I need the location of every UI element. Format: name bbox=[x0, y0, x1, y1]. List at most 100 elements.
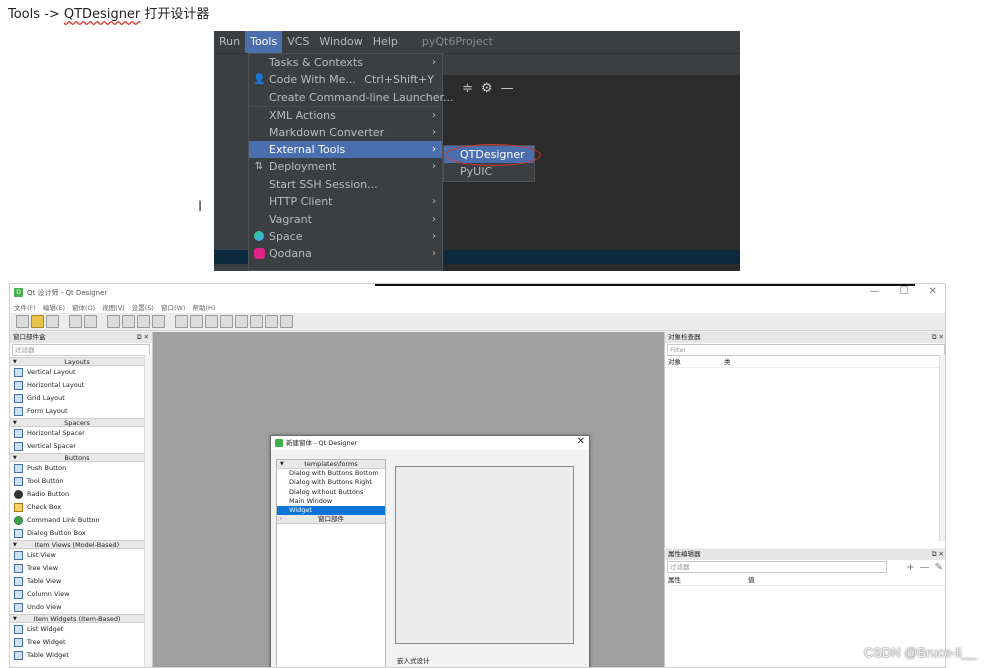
menu-item-tasks[interactable]: Tasks & Contexts › bbox=[249, 54, 442, 71]
edit-widgets-icon[interactable] bbox=[107, 315, 120, 328]
widget-filter-input[interactable]: 过滤器 bbox=[12, 344, 150, 356]
new-file-icon[interactable] bbox=[16, 315, 29, 328]
widget-item[interactable]: Horizontal Layout bbox=[10, 379, 152, 392]
add-icon[interactable]: + bbox=[906, 562, 914, 573]
template-item[interactable]: Dialog with Buttons Bottom bbox=[277, 469, 385, 478]
menu-item-space[interactable]: Space › bbox=[249, 228, 442, 245]
caption-link[interactable]: QTDesigner bbox=[64, 7, 140, 22]
widget-item[interactable]: Tool Button bbox=[10, 475, 152, 488]
menu-form[interactable]: 窗体(O) bbox=[72, 302, 95, 312]
object-filter-input[interactable]: Filter bbox=[667, 344, 945, 356]
category-item-views[interactable]: ▼ Item Views (Model-Based) bbox=[10, 540, 144, 549]
collapse-icon[interactable]: ≑ bbox=[462, 81, 473, 96]
widget-item[interactable]: Tree View bbox=[10, 562, 152, 575]
template-group-forms[interactable]: ▼ templates\forms bbox=[277, 460, 385, 469]
column-header[interactable]: 值 bbox=[748, 575, 804, 585]
widget-item[interactable]: List View bbox=[10, 549, 152, 562]
menu-item-deployment[interactable]: ⇅ Deployment › bbox=[249, 158, 442, 175]
menu-tools[interactable]: Tools bbox=[245, 31, 283, 53]
adjust-size-icon[interactable] bbox=[280, 315, 293, 328]
chevron-right-icon: › bbox=[432, 110, 436, 122]
float-close-icon[interactable]: ⧉ ✕ bbox=[932, 549, 944, 560]
float-close-icon[interactable]: ⧉ ✕ bbox=[137, 332, 149, 343]
menu-vcs[interactable]: VCS bbox=[282, 31, 314, 53]
layout-splitter-h-icon[interactable] bbox=[205, 315, 218, 328]
widget-item[interactable]: Vertical Spacer bbox=[10, 440, 152, 453]
menu-help[interactable]: 帮助(H) bbox=[192, 302, 215, 312]
break-layout-icon[interactable] bbox=[265, 315, 278, 328]
property-tools: + — ✎ bbox=[906, 562, 943, 573]
menu-item-ssh[interactable]: Start SSH Session... bbox=[249, 176, 442, 193]
layout-vertical-icon[interactable] bbox=[190, 315, 203, 328]
category-buttons[interactable]: ▼ Buttons bbox=[10, 453, 144, 462]
scrollbar[interactable] bbox=[144, 355, 152, 667]
menu-settings[interactable]: 设置(S) bbox=[132, 302, 154, 312]
remove-icon[interactable]: — bbox=[920, 562, 930, 573]
menu-item-markdown-converter[interactable]: Markdown Converter › bbox=[249, 124, 442, 141]
category-item-widgets[interactable]: ▼ Item Widgets (Item-Based) bbox=[10, 614, 144, 623]
menu-item-http-client[interactable]: HTTP Client › bbox=[249, 193, 442, 210]
configure-icon[interactable]: ✎ bbox=[935, 562, 943, 573]
edit-signals-icon[interactable] bbox=[122, 315, 135, 328]
column-header[interactable]: 属性 bbox=[668, 575, 748, 585]
widget-item[interactable]: Check Box bbox=[10, 501, 152, 514]
scrollbar[interactable] bbox=[939, 355, 945, 541]
layout-form-icon[interactable] bbox=[250, 315, 263, 328]
list-widget-icon bbox=[14, 625, 23, 634]
widget-item[interactable]: Column View bbox=[10, 588, 152, 601]
menu-window[interactable]: Window bbox=[314, 31, 367, 53]
menu-run[interactable]: Run bbox=[214, 31, 245, 53]
minimize-icon[interactable]: — bbox=[501, 81, 514, 96]
menu-item-qodana[interactable]: Qodana › bbox=[249, 245, 442, 262]
menu-item-vagrant[interactable]: Vagrant › bbox=[249, 211, 442, 228]
menu-file[interactable]: 文件(F) bbox=[14, 302, 36, 312]
menu-item-create-launcher[interactable]: Create Command-line Launcher... bbox=[249, 89, 454, 106]
menu-view[interactable]: 视图(V) bbox=[102, 302, 125, 312]
widget-item[interactable]: Form Layout bbox=[10, 405, 152, 418]
widget-item[interactable]: Dialog Button Box bbox=[10, 527, 152, 540]
column-header[interactable]: 类 bbox=[724, 357, 780, 367]
widget-item[interactable]: Vertical Layout bbox=[10, 366, 152, 379]
widget-item[interactable]: List Widget bbox=[10, 623, 152, 636]
menu-item-external-tools[interactable]: External Tools › bbox=[249, 140, 442, 159]
minimize-icon[interactable]: — bbox=[870, 286, 880, 297]
menu-item-xml-actions[interactable]: XML Actions › bbox=[249, 106, 442, 123]
layout-horizontal-icon[interactable] bbox=[175, 315, 188, 328]
template-item[interactable]: Dialog with Buttons Right bbox=[277, 478, 385, 487]
edit-tab-order-icon[interactable] bbox=[152, 315, 165, 328]
copy-icon[interactable] bbox=[69, 315, 82, 328]
widget-item[interactable]: Radio Button bbox=[10, 488, 152, 501]
layout-splitter-v-icon[interactable] bbox=[220, 315, 233, 328]
widget-item[interactable]: Tree Widget bbox=[10, 636, 152, 649]
menu-edit[interactable]: 编辑(E) bbox=[43, 302, 65, 312]
template-item[interactable]: Dialog without Buttons bbox=[277, 488, 385, 497]
widget-item[interactable]: Command Link Button bbox=[10, 514, 152, 527]
widget-item[interactable]: Horizontal Spacer bbox=[10, 427, 152, 440]
category-spacers[interactable]: ▼ Spacers bbox=[10, 418, 144, 427]
maximize-icon[interactable]: ☐ bbox=[900, 286, 909, 297]
column-header[interactable]: 对象 bbox=[668, 357, 724, 367]
sync-icon: ⇅ bbox=[254, 161, 264, 173]
property-filter-input[interactable]: 过滤器 bbox=[667, 561, 887, 573]
float-close-icon[interactable]: ⧉ ✕ bbox=[932, 332, 944, 343]
template-item[interactable]: Main Window bbox=[277, 497, 385, 506]
widget-item[interactable]: Grid Layout bbox=[10, 392, 152, 405]
menu-help[interactable]: Help bbox=[368, 31, 403, 53]
paste-icon[interactable] bbox=[84, 315, 97, 328]
widget-item[interactable]: Undo View bbox=[10, 601, 152, 614]
widget-item[interactable]: Table Widget bbox=[10, 649, 152, 662]
gear-icon[interactable]: ⚙ bbox=[481, 81, 493, 96]
open-folder-icon[interactable] bbox=[31, 315, 44, 328]
horizontal-spacer-icon bbox=[14, 429, 23, 438]
save-icon[interactable] bbox=[46, 315, 59, 328]
widget-item[interactable]: Table View bbox=[10, 575, 152, 588]
menu-item-code-with-me[interactable]: 👤 Code With Me... Ctrl+Shift+Y bbox=[249, 71, 442, 88]
layout-grid-icon[interactable] bbox=[235, 315, 248, 328]
template-group-widgets[interactable]: › 窗口部件 bbox=[277, 515, 385, 525]
category-layouts[interactable]: ▼ Layouts bbox=[10, 357, 144, 366]
edit-buddies-icon[interactable] bbox=[137, 315, 150, 328]
widget-item[interactable]: Push Button bbox=[10, 462, 152, 475]
close-icon[interactable]: ✕ bbox=[577, 435, 585, 449]
close-icon[interactable]: ✕ bbox=[929, 286, 937, 297]
menu-window[interactable]: 窗口(W) bbox=[161, 302, 186, 312]
